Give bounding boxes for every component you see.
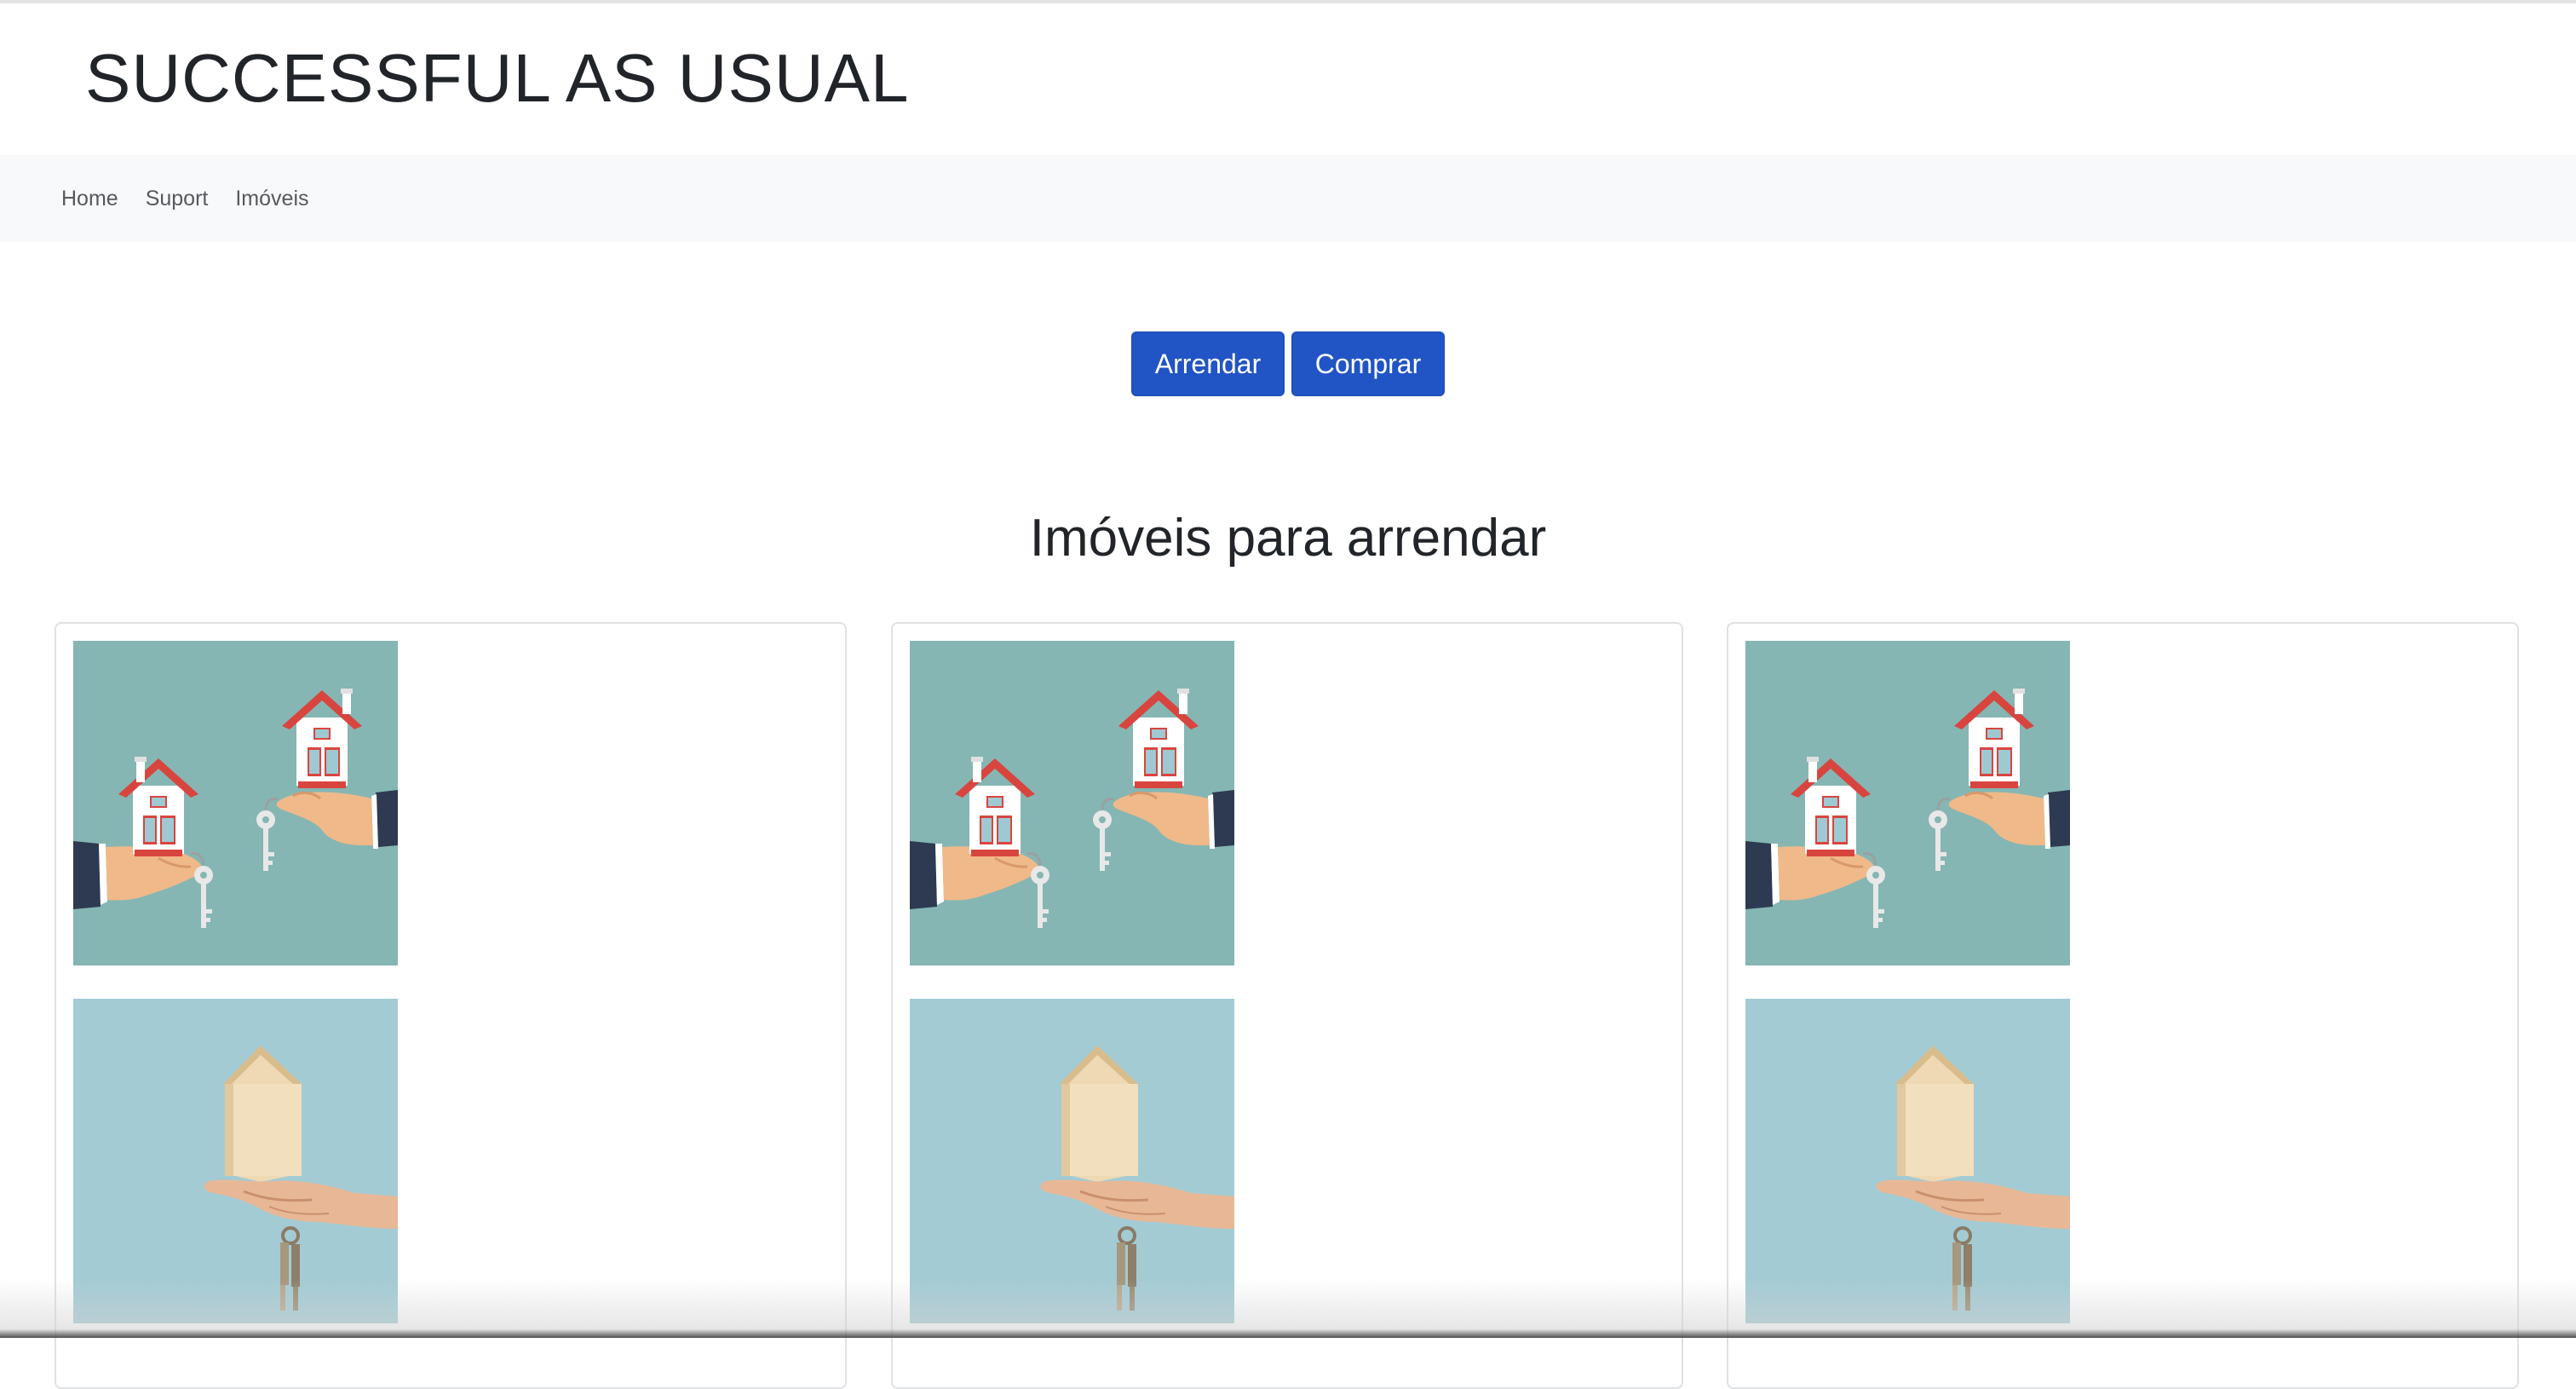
listing-card[interactable] xyxy=(891,622,1683,1389)
site-header: SUCCESSFUL AS USUAL xyxy=(0,3,2576,155)
arrendar-button[interactable]: Arrendar xyxy=(1131,331,1285,396)
wooden-house-with-keys-image xyxy=(910,999,1234,1323)
wooden-house-with-keys-image xyxy=(1745,999,2070,1323)
action-buttons: Arrendar Comprar xyxy=(0,331,2576,396)
listing-card[interactable] xyxy=(1727,622,2519,1389)
nav-link-suport[interactable]: Suport xyxy=(146,187,209,211)
nav-link-home[interactable]: Home xyxy=(61,187,118,211)
listing-cards xyxy=(0,622,2576,1389)
navbar: Home Suport Imóveis xyxy=(0,155,2576,242)
site-title: SUCCESSFUL AS USUAL xyxy=(85,40,910,116)
houses-in-hands-image xyxy=(73,641,398,965)
listing-card[interactable] xyxy=(55,622,847,1389)
wooden-house-with-keys-image xyxy=(73,999,398,1323)
houses-in-hands-image xyxy=(910,641,1234,965)
houses-in-hands-image xyxy=(1745,641,2070,965)
nav-links: Home Suport Imóveis xyxy=(61,155,336,242)
section-title: Imóveis para arrendar xyxy=(1029,509,1547,568)
comprar-button[interactable]: Comprar xyxy=(1291,331,1445,396)
nav-link-imoveis[interactable]: Imóveis xyxy=(235,187,308,211)
